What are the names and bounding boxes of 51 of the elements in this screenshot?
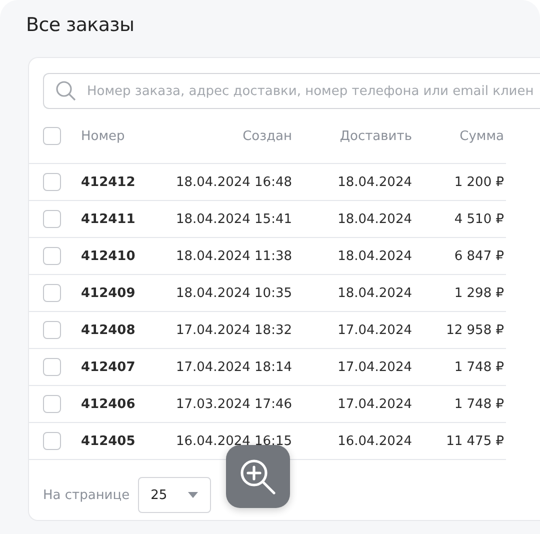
- created-date: 17.04.2024 18:14: [174, 360, 292, 374]
- delivery-date: 18.04.2024: [336, 248, 412, 264]
- delivery-date: 18.04.2024: [336, 286, 412, 300]
- order-sum: 6 847 ₽: [453, 248, 504, 264]
- created-date: 17.03.2024 17:46: [174, 396, 292, 412]
- created-date: 18.04.2024 10:35: [174, 286, 292, 300]
- checkbox[interactable]: [43, 432, 61, 450]
- order-number: 412410: [81, 248, 136, 264]
- created-date: 17.04.2024 18:32: [174, 322, 292, 338]
- created-date: 18.04.2024 16:48: [174, 174, 292, 190]
- delivery-date: 17.04.2024: [336, 322, 412, 338]
- order-sum: 12 958 ₽: [445, 322, 504, 338]
- column-header: Доставить: [338, 128, 412, 144]
- checkbox[interactable]: [43, 247, 61, 265]
- order-number: 412407: [81, 360, 136, 374]
- checkbox[interactable]: [43, 210, 61, 228]
- order-sum: 4 510 ₽: [453, 212, 504, 226]
- delivery-date: 17.04.2024: [336, 360, 412, 374]
- order-sum: 1 200 ₽: [453, 174, 504, 190]
- checkbox[interactable]: [43, 321, 61, 339]
- checkbox[interactable]: [43, 358, 61, 376]
- order-number: 412406: [81, 396, 136, 412]
- checkbox[interactable]: [43, 395, 61, 413]
- column-header: Сумма: [458, 128, 504, 144]
- checkbox[interactable]: [43, 284, 61, 302]
- order-sum: 1 748 ₽: [453, 360, 504, 374]
- delivery-date: 18.04.2024: [336, 212, 412, 226]
- created-date: 18.04.2024 11:38: [174, 248, 292, 264]
- column-header: Номер: [81, 128, 126, 144]
- zoom-in-button[interactable]: [226, 445, 290, 508]
- per-page-select[interactable]: 25: [138, 477, 211, 513]
- search-field[interactable]: Номер заказа, адрес доставки, номер телефона или email клиен: [43, 73, 540, 109]
- page-title: Все заказы: [26, 14, 136, 36]
- column-header: Создан: [242, 128, 292, 144]
- order-sum: 1 748 ₽: [453, 396, 504, 412]
- per-page-label: На странице: [43, 488, 130, 502]
- order-number: 412408: [81, 322, 136, 338]
- order-number: 412409: [81, 286, 136, 300]
- checkbox[interactable]: [43, 127, 61, 145]
- created-date: 16.04.2024 16:15: [174, 434, 292, 448]
- order-number: 412411: [81, 212, 136, 226]
- checkbox[interactable]: [43, 173, 61, 191]
- order-number: 412412: [81, 174, 136, 190]
- delivery-date: 16.04.2024: [336, 434, 412, 448]
- order-sum: 11 475 ₽: [445, 434, 504, 448]
- delivery-date: 17.04.2024: [336, 396, 412, 412]
- delivery-date: 18.04.2024: [336, 174, 412, 190]
- caret-icon: [188, 492, 198, 498]
- order-sum: 1 298 ₽: [453, 286, 504, 300]
- created-date: 18.04.2024 15:41: [174, 212, 292, 226]
- order-number: 412405: [81, 434, 136, 448]
